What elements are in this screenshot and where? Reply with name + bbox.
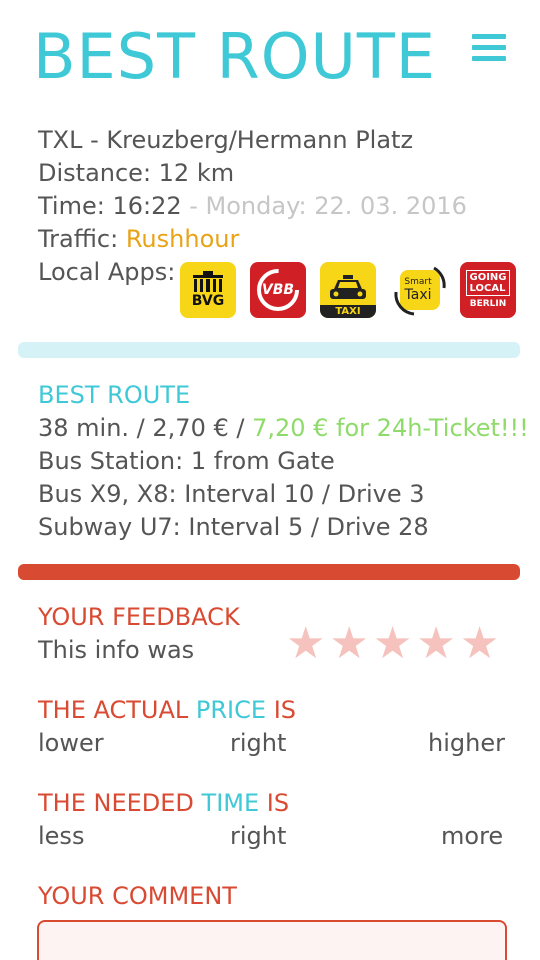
local-apps-label: Local Apps: (38, 258, 176, 286)
price-option-right[interactable]: right (230, 727, 286, 759)
bvg-app-label: BVG (191, 293, 225, 309)
date-text: - Monday: 22. 03. 2016 (181, 192, 467, 220)
taxi-app-label: TAXI (320, 305, 376, 318)
price-heading: THE ACTUAL PRICE IS (38, 694, 296, 726)
star-icon[interactable]: ★ (416, 622, 455, 666)
star-icon[interactable]: ★ (329, 622, 368, 666)
comment-input[interactable] (37, 920, 507, 960)
time-heading: THE NEEDED TIME IS (38, 787, 289, 819)
going-label: GOING (469, 272, 507, 283)
star-icon[interactable]: ★ (286, 622, 325, 666)
traffic-value: Rushhour (125, 225, 240, 253)
time-heading-part: THE NEEDED (38, 789, 202, 817)
traffic-line: Traffic: Rushhour (38, 223, 239, 255)
subway-line-text: Subway U7: Interval 5 / Drive 28 (38, 513, 429, 541)
bus-station-text: Bus Station: 1 from Gate (38, 447, 335, 475)
vbb-app-icon[interactable]: VBB (250, 262, 306, 318)
taxi-car-icon (330, 275, 366, 299)
price-option-lower[interactable]: lower (38, 727, 104, 759)
route-text: TXL - Kreuzberg/Hermann Platz (38, 126, 414, 154)
price-option-higher[interactable]: higher (428, 727, 505, 759)
time-heading-keyword: TIME (201, 789, 260, 817)
page-title: BEST ROUTE (33, 20, 436, 93)
best-route-heading: BEST ROUTE (38, 381, 191, 409)
price-heading-part: THE ACTUAL (38, 696, 196, 724)
duration-price-text: 38 min. / 2,70 € / (38, 414, 253, 442)
star-icon[interactable]: ★ (460, 622, 499, 666)
smart-taxi-app-icon[interactable]: Smart Taxi (390, 262, 446, 318)
going-local-berlin-app-icon[interactable]: GOING LOCAL BERLIN (460, 262, 516, 318)
section-divider-red (18, 564, 520, 580)
bvg-app-icon[interactable]: BVG (180, 262, 236, 318)
local-apps-list: BVG VBB TAXI Smart Taxi GOING LOCAL BERL… (180, 262, 516, 318)
price-heading-part: IS (266, 696, 297, 724)
hamburger-menu-icon[interactable] (472, 34, 506, 64)
time-heading-part: IS (259, 789, 290, 817)
time-option-less[interactable]: less (38, 820, 84, 852)
time-line: Time: 16:22 - Monday: 22. 03. 2016 (38, 190, 467, 222)
smart-taxi-small-label: Smart (404, 277, 432, 287)
brandenburg-gate-icon (193, 271, 223, 292)
smart-taxi-big-label: Taxi (404, 287, 432, 303)
info-was-label: This info was (38, 636, 195, 664)
traffic-label: Traffic: (38, 225, 126, 253)
bus-line-text: Bus X9, X8: Interval 10 / Drive 3 (38, 480, 425, 508)
time-option-right[interactable]: right (230, 820, 286, 852)
berlin-label: BERLIN (469, 299, 507, 309)
star-icon[interactable]: ★ (373, 622, 412, 666)
time-text: Time: 16:22 (38, 192, 182, 220)
time-option-more[interactable]: more (441, 820, 503, 852)
rating-stars: ★ ★ ★ ★ ★ (286, 622, 499, 666)
taxi-app-icon[interactable]: TAXI (320, 262, 376, 318)
comment-heading: YOUR COMMENT (38, 882, 237, 910)
section-divider-cyan (18, 342, 520, 358)
price-heading-keyword: PRICE (195, 696, 267, 724)
feedback-heading: YOUR FEEDBACK (38, 603, 240, 631)
local-label: LOCAL (469, 283, 506, 294)
price-line: 38 min. / 2,70 € / 7,20 € for 24h-Ticket… (38, 412, 529, 444)
distance-text: Distance: 12 km (38, 159, 235, 187)
ticket-offer-text: 7,20 € for 24h-Ticket!!! (252, 414, 529, 442)
vbb-app-label: VBB (261, 282, 295, 298)
going-local-logo-text: GOING LOCAL (466, 270, 510, 296)
